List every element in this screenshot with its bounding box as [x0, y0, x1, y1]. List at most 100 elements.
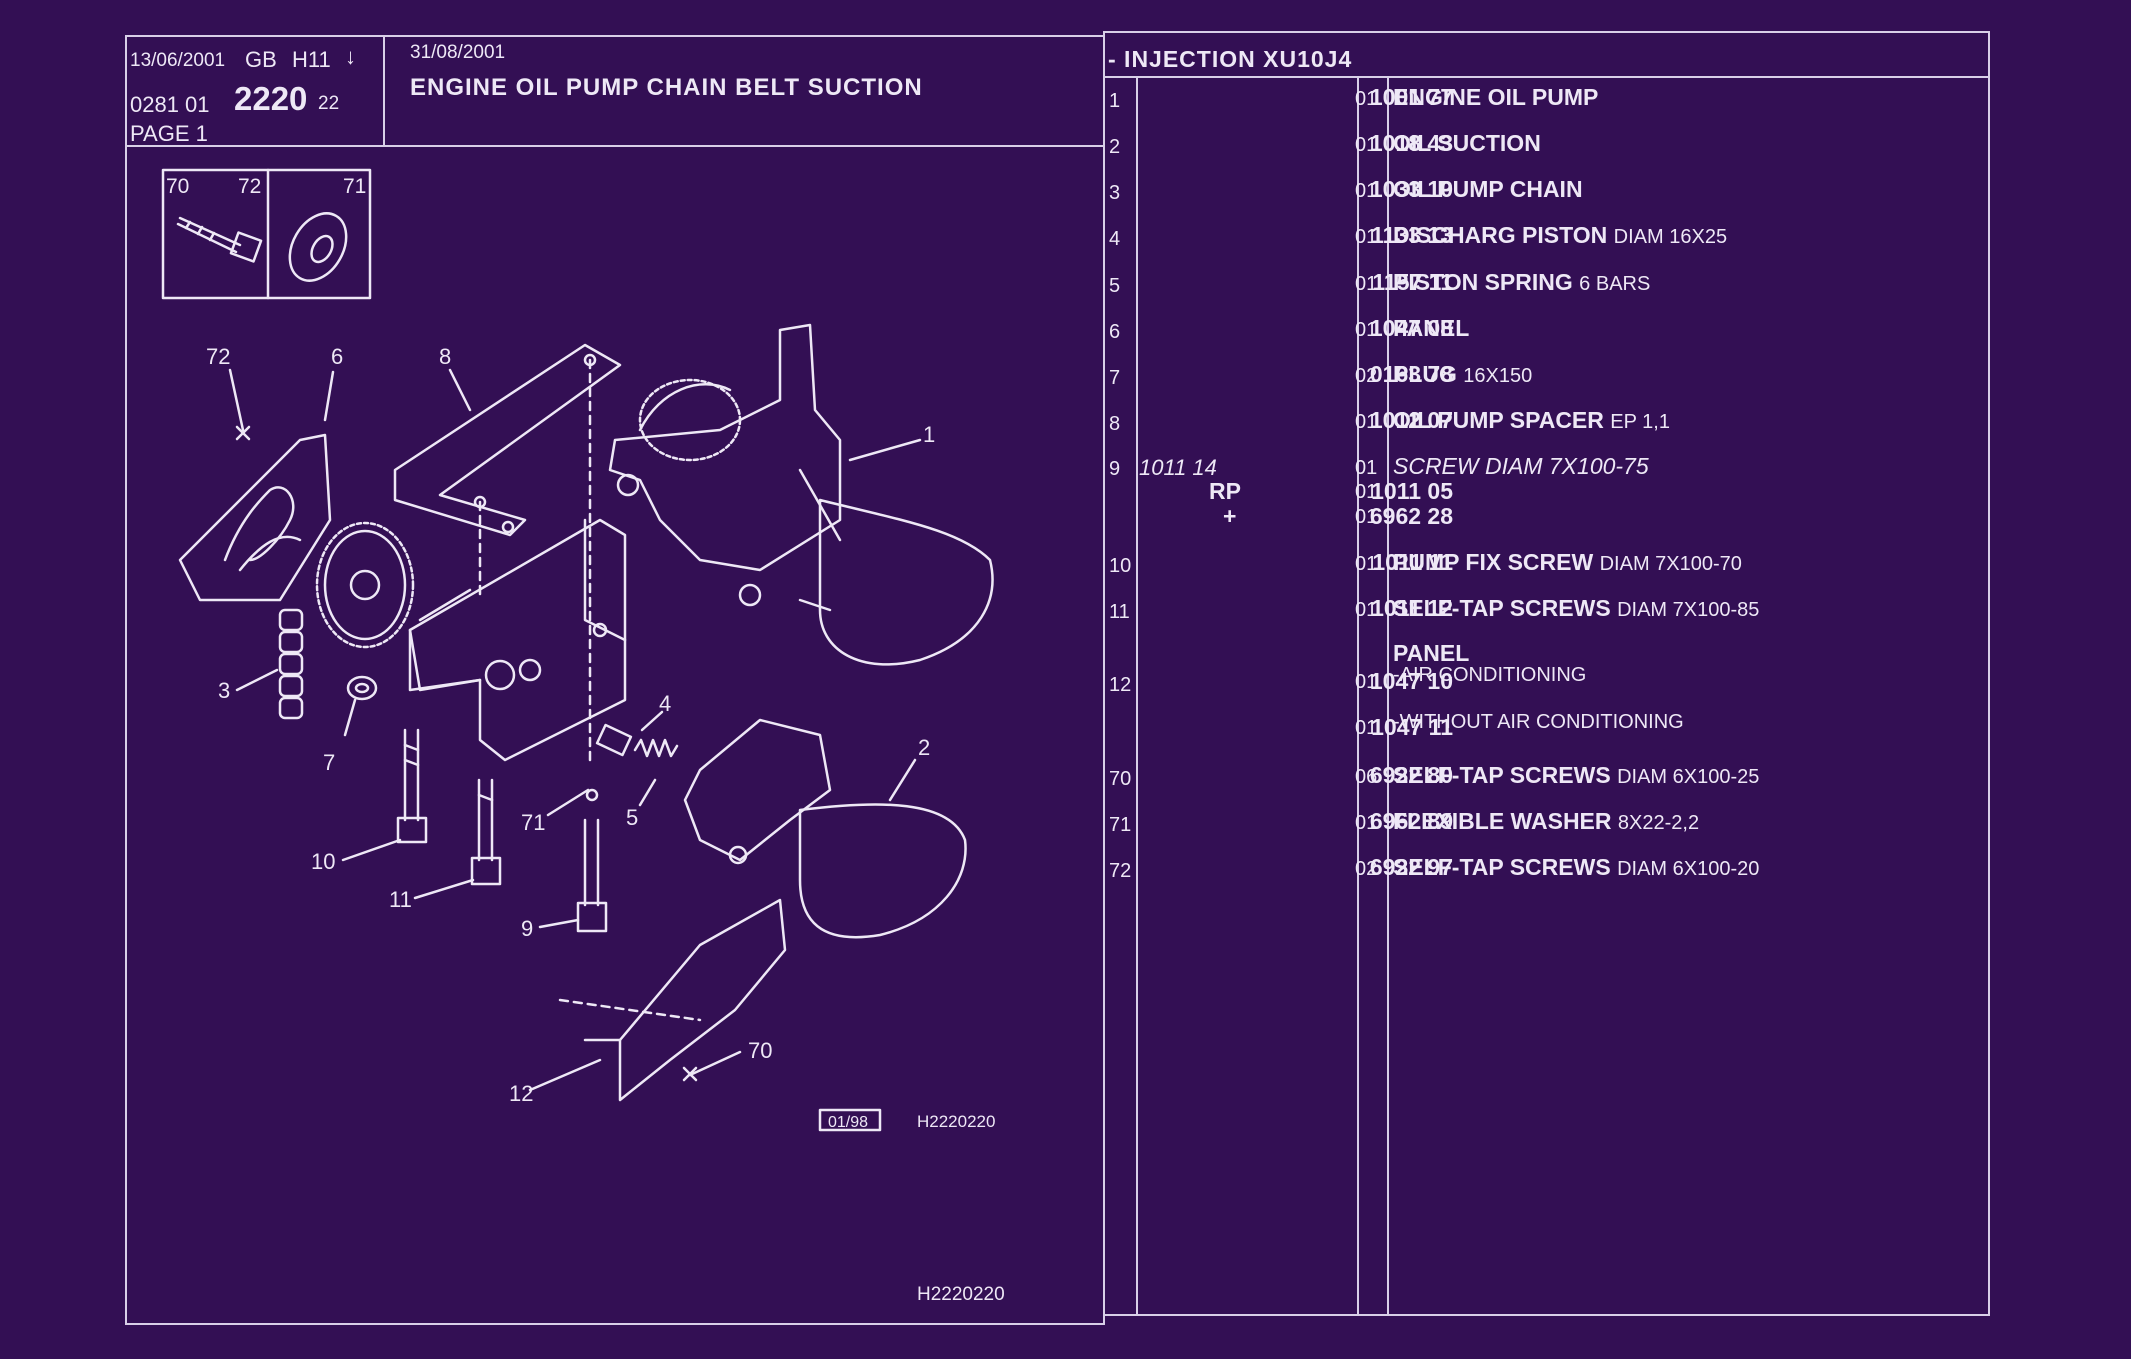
row-description: OIL PUMP SPACER EP 1,1: [1393, 407, 1670, 434]
callout-label: 5: [626, 805, 638, 830]
row-index: 5: [1109, 275, 1121, 297]
plus-ref: 6962 28: [1369, 503, 1453, 529]
row-qty: 01: [1355, 553, 1378, 575]
section-title: - INJECTION XU10J4: [1108, 46, 1353, 72]
row-description: SELF-TAP SCREWS DIAM 6X100-25: [1393, 762, 1759, 789]
table-row: 7 0163 78 02 PLUG 16X150: [1103, 359, 1993, 399]
row-description: PANEL: [1393, 315, 1469, 342]
inset-label: 70: [166, 175, 189, 198]
pump-body: [408, 518, 627, 762]
table-row: 3 1033 10 01 OIL PUMP CHAIN: [1103, 174, 1993, 214]
table-row: 72 6922 97 02 SELF-TAP SCREWS DIAM 6X100-20: [1103, 852, 1993, 892]
row-name: SELF-TAP SCREWS: [1393, 595, 1611, 621]
row-description: ENGINE OIL PUMP: [1393, 84, 1598, 111]
row-qty: 01: [1355, 134, 1378, 156]
row-name: SELF-TAP SCREWS: [1393, 762, 1611, 788]
callout-label: 9: [521, 916, 533, 941]
row-description: SELF-TAP SCREWS DIAM 7X100-85: [1393, 595, 1759, 622]
inset-label: 72: [238, 175, 261, 198]
row-index: 12: [1109, 674, 1132, 696]
row-spec: DIAM 6X100-20: [1617, 858, 1760, 880]
figure-code-bottom: H2220220: [917, 1284, 1005, 1305]
inset-washer-icon: [288, 212, 348, 282]
row-qty: 01: [1355, 599, 1378, 621]
rp-qty: 01: [1355, 481, 1378, 503]
table-row: 10 1011 11 01 PUMP FIX SCREW DIAM 7X100-70: [1103, 547, 1993, 587]
callout-label: 4: [659, 691, 671, 716]
row-description: DISCHARG PISTON DIAM 16X25: [1393, 222, 1727, 249]
screw-part-10: [396, 728, 428, 844]
row-description: SELF-TAP SCREWS DIAM 6X100-20: [1393, 854, 1759, 881]
plus-label: +: [1223, 503, 1237, 529]
callout-label: 11: [389, 887, 412, 912]
row-name: OIL PUMP SPACER: [1393, 407, 1604, 433]
row-name: DISCHARG PISTON: [1393, 222, 1608, 248]
callout-label: 8: [439, 344, 451, 369]
row-qty: 01: [1355, 812, 1378, 834]
row-qty: 06: [1355, 766, 1378, 788]
table-row: 1 1001 77 01 ENGINE OIL PUMP: [1103, 82, 1993, 122]
row-index: 9: [1109, 458, 1121, 480]
rp-label: RP: [1209, 478, 1241, 504]
callout-label: 10: [311, 849, 335, 874]
ref-italic: 1011 14: [1139, 455, 1217, 480]
table-row: 70 6922 80 06 SELF-TAP SCREWS DIAM 6X100-25: [1103, 760, 1993, 800]
row-index: 3: [1109, 182, 1121, 204]
row-spec: 8X22-2,2: [1617, 812, 1700, 834]
row-name: OIL PUMP CHAIN: [1393, 176, 1583, 202]
callout-label: 2: [918, 735, 930, 760]
table-row: 2 1018 43 01 OIL SUCTION: [1103, 128, 1993, 168]
row-qty: 01: [1355, 671, 1378, 693]
row-qty: 01: [1355, 319, 1378, 341]
plus-qty: 01: [1355, 506, 1378, 528]
callout-label: 12: [509, 1081, 533, 1106]
row-index: 72: [1109, 860, 1132, 882]
row-name: PLUG: [1393, 361, 1457, 387]
row-name: ENGINE OIL PUMP: [1393, 84, 1599, 110]
row-name: SELF-TAP SCREWS: [1393, 854, 1611, 880]
row-description: PISTON SPRING 6 BARS: [1393, 269, 1650, 296]
row-spec: DIAM 7X100-85: [1617, 599, 1760, 621]
row-description: OIL PUMP CHAIN: [1393, 176, 1583, 203]
callout-label: 3: [218, 678, 230, 703]
row-index: 8: [1109, 413, 1121, 435]
row-qty: 01: [1355, 411, 1378, 433]
table-row: 5 1157 11 01 PISTON SPRING 6 BARS: [1103, 267, 1993, 307]
row-index: 11: [1109, 601, 1130, 623]
row-index: 10: [1109, 555, 1132, 577]
row-index: 7: [1109, 367, 1121, 389]
table-row: 4 1133 13 01 DISCHARG PISTON DIAM 16X25: [1103, 220, 1993, 260]
callout-label: 70: [748, 1038, 772, 1063]
spring-part-5: [633, 738, 679, 758]
row-qty: 02: [1355, 365, 1378, 387]
row-index: 4: [1109, 228, 1121, 250]
row-qty: 01: [1355, 273, 1378, 295]
row-index: 6: [1109, 321, 1121, 343]
row-name: PUMP FIX SCREW: [1393, 549, 1594, 575]
inset-screw-icon: [176, 216, 263, 263]
row-index: 2: [1109, 136, 1121, 158]
inset-label: 71: [343, 175, 366, 198]
row-index: 70: [1109, 768, 1132, 790]
row-qty: 02: [1355, 858, 1378, 880]
rp-ref: 1011 05: [1371, 478, 1453, 504]
row-description: OIL SUCTION: [1393, 130, 1541, 157]
row-spec: DIAM 7X100-70: [1599, 553, 1742, 575]
row-qty: 01: [1355, 88, 1378, 110]
callout-label: 71: [521, 810, 545, 835]
callout-label: 6: [331, 344, 343, 369]
chain-part-3: [278, 608, 304, 720]
table-row: 11 1011 12 01 SELF-TAP SCREWS DIAM 7X100-85: [1103, 593, 1993, 633]
table-row: 71 6962 89 01 FLEXIBLE WASHER 8X22-2,2: [1103, 806, 1993, 846]
piston-part-4: [595, 723, 633, 757]
row-qty: 01: [1355, 457, 1378, 479]
row-description: FLEXIBLE WASHER 8X22-2,2: [1393, 808, 1699, 835]
row-spec: EP 1,1: [1610, 411, 1670, 433]
row-description: SCREW DIAM 7X100-75: [1393, 453, 1649, 479]
inset-box: [161, 168, 372, 300]
row-index: 71: [1109, 814, 1132, 836]
screw-part-9: [576, 788, 608, 933]
row-qty: 01: [1355, 226, 1378, 248]
row-sub-description: -AIR CONDITIONING: [1393, 664, 1587, 686]
row-description: PUMP FIX SCREW DIAM 7X100-70: [1393, 549, 1742, 576]
